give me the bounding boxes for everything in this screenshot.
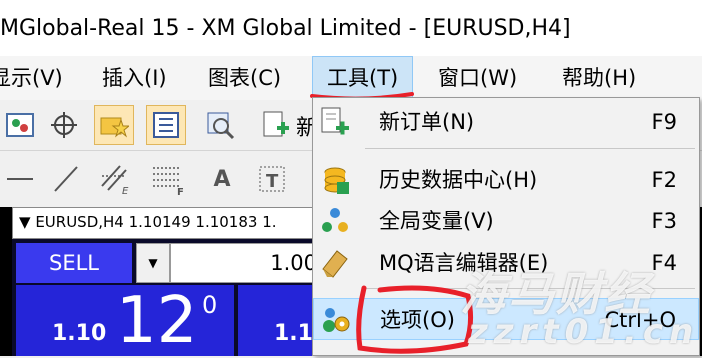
menu-separator — [365, 148, 695, 149]
svg-text:E: E — [122, 186, 129, 196]
symbol-quote-line: EURUSD,H4 1.10149 1.10183 1. — [35, 213, 277, 231]
strategy-tester-button[interactable] — [200, 105, 240, 145]
crosshair-button[interactable] — [44, 105, 84, 145]
menu-bar: 显示(V) 插入(I) 图表(C) 工具(T) 窗口(W) 帮助(H) — [0, 56, 702, 101]
menu-insert[interactable]: 插入(I) — [102, 56, 167, 100]
sell-button[interactable]: SELL — [16, 243, 132, 283]
menu-item-global-variables[interactable]: 全局变量(V) F3 — [313, 200, 699, 242]
menu-item-label: 新订单(N) — [379, 110, 475, 134]
navigator-button[interactable] — [94, 105, 134, 145]
sell-price-main: 12 — [116, 284, 198, 358]
terminal-icon — [153, 112, 179, 138]
menu-help[interactable]: 帮助(H) — [562, 56, 636, 100]
menu-tools[interactable]: 工具(T) — [312, 56, 414, 100]
sell-price-sup: 0 — [202, 291, 218, 319]
terminal-button[interactable] — [146, 105, 186, 145]
history-center-icon — [324, 167, 349, 194]
trendline-button[interactable] — [46, 159, 86, 199]
crosshair-icon — [51, 112, 77, 138]
menu-item-label: 历史数据中心(H) — [379, 168, 538, 192]
watermark-url-text: zzrt01.cn — [468, 312, 700, 352]
global-variables-icon — [322, 208, 348, 232]
new-order-toolbar-button[interactable] — [256, 105, 296, 145]
equidistant-channel-button[interactable]: E — [96, 159, 136, 199]
sell-price-prefix: 1.10 — [52, 321, 107, 346]
collapse-triangle-icon[interactable]: ▼ — [13, 213, 31, 231]
menu-item-shortcut: F4 — [651, 251, 677, 275]
horizontal-line-icon — [7, 178, 33, 180]
fibonacci-retracement-button[interactable]: F — [148, 159, 188, 199]
text-label-button[interactable]: T — [252, 159, 292, 199]
navigator-star-folder-icon — [100, 117, 129, 138]
buy-price-prefix: 1.1 — [274, 321, 313, 346]
new-order-icon — [263, 111, 289, 137]
menu-item-history-center[interactable]: 历史数据中心(H) F2 — [313, 159, 699, 201]
text-label-icon: T — [259, 166, 285, 192]
options-icon — [323, 308, 350, 332]
market-watch-button[interactable] — [0, 105, 40, 145]
menu-item-label: 选项(O) — [380, 308, 455, 332]
menu-item-shortcut: F2 — [651, 168, 677, 192]
menu-item-new-order[interactable]: 新订单(N) F9 — [313, 101, 699, 143]
window-title-bar: MGlobal-Real 15 - XM Global Limited - [E… — [0, 0, 702, 56]
svg-text:F: F — [177, 187, 184, 196]
lot-dropdown-button[interactable]: ▼ — [136, 243, 170, 283]
menu-item-shortcut: F3 — [651, 209, 677, 233]
metaeditor-icon — [322, 250, 348, 278]
trendline-icon — [54, 166, 78, 192]
market-watch-icon — [6, 113, 34, 137]
menu-item-label: 全局变量(V) — [379, 209, 494, 233]
window-title: MGlobal-Real 15 - XM Global Limited - [E… — [0, 15, 571, 41]
menu-charts[interactable]: 图表(C) — [208, 56, 281, 100]
sell-price-box[interactable]: 1.10 12 0 — [16, 285, 234, 356]
horizontal-line-button[interactable] — [0, 159, 40, 199]
menu-view[interactable]: 显示(V) — [0, 56, 63, 100]
text-tool-label: A — [213, 166, 231, 192]
strategy-tester-icon — [207, 112, 235, 140]
svg-text:T: T — [266, 171, 279, 192]
new-order-icon — [321, 107, 349, 135]
text-tool-button[interactable]: A — [202, 159, 242, 199]
dropdown-arrow-icon: ▼ — [148, 256, 158, 270]
fibonacci-icon: F — [153, 167, 184, 196]
equidistant-channel-icon: E — [101, 165, 129, 196]
menu-item-shortcut: F9 — [651, 110, 677, 134]
menu-window[interactable]: 窗口(W) — [438, 56, 517, 100]
